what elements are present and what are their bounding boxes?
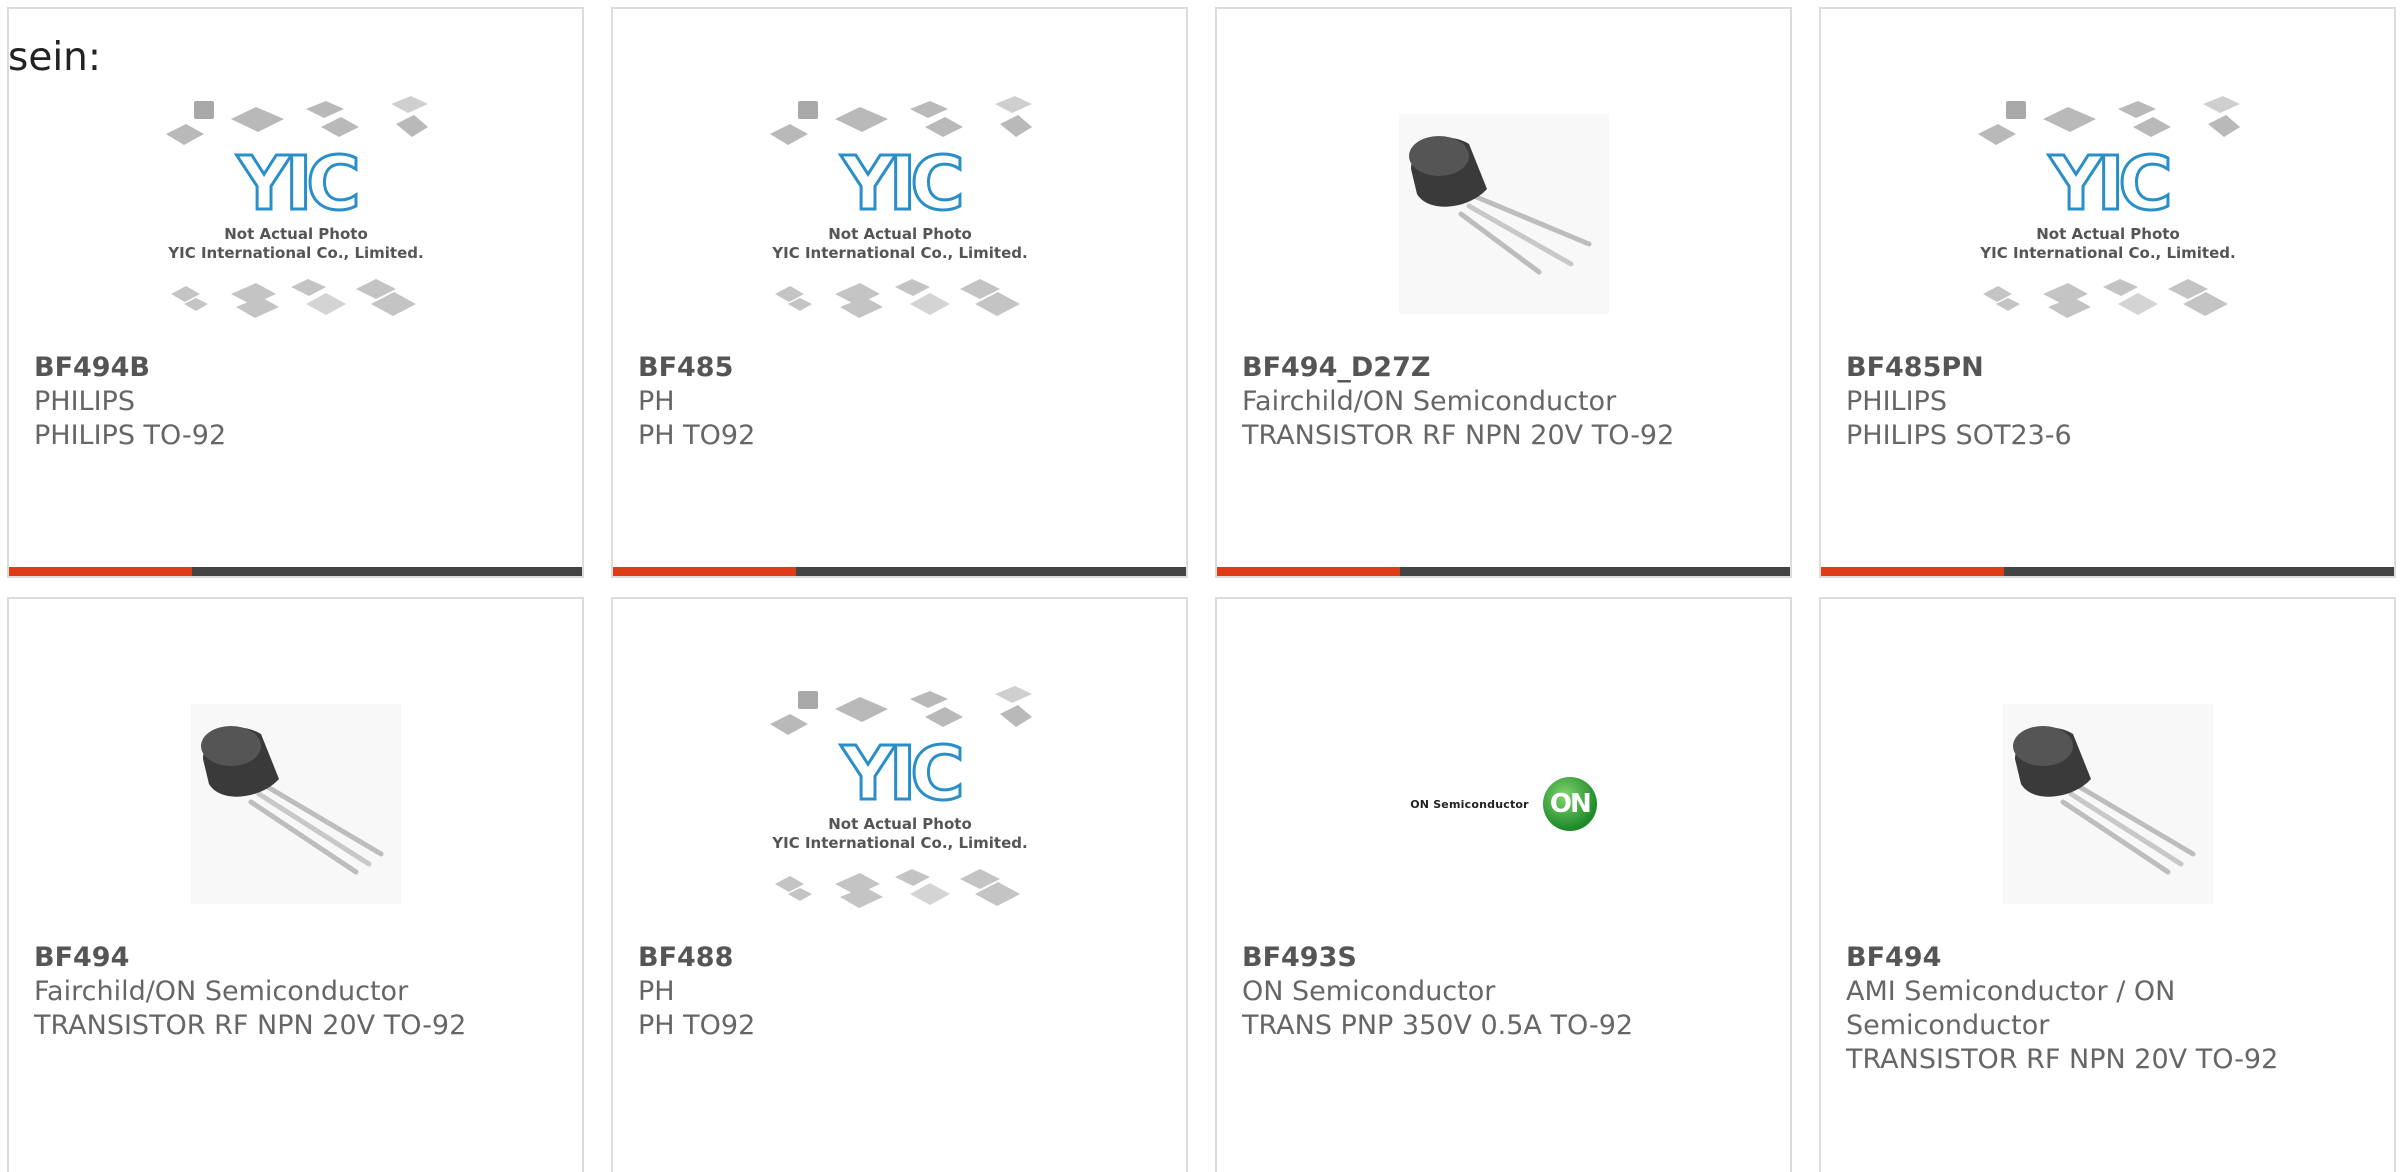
lead-text: sein: <box>8 35 102 80</box>
part-number[interactable]: BF493S <box>1242 941 1765 975</box>
on-semiconductor-logo: ON Semiconductor ON <box>1410 777 1597 831</box>
product-info: BF494 Fairchild/ON Semiconductor TRANSIS… <box>34 941 557 1043</box>
placeholder-caption: Not Actual Photo <box>828 815 972 833</box>
on-logo-icon: ON <box>1542 777 1597 831</box>
placeholder-caption: Not Actual Photo <box>2036 225 2180 243</box>
product-card[interactable]: YIC Not Actual Photo YIC International C… <box>1819 7 2396 578</box>
placeholder-chip-icons: YIC Not Actual Photo YIC International C… <box>165 96 428 318</box>
card-progress-fill <box>1821 567 2005 576</box>
part-number[interactable]: BF494 <box>1846 941 2369 975</box>
description: TRANSISTOR RF NPN 20V TO-92 <box>1846 1044 2279 1075</box>
product-image[interactable]: YIC Not Actual Photo YIC International C… <box>613 669 1186 939</box>
product-image[interactable]: YIC Not Actual Photo YIC International C… <box>9 79 582 349</box>
manufacturer: PHILIPS <box>34 386 135 417</box>
placeholder-chip-icons: YIC Not Actual Photo YIC International C… <box>769 686 1032 908</box>
product-info: BF494B PHILIPS PHILIPS TO-92 <box>34 351 557 453</box>
product-info: BF488 PH PH TO92 <box>638 941 1161 1043</box>
description: PHILIPS TO-92 <box>34 420 227 451</box>
description: PHILIPS SOT23-6 <box>1846 420 2072 451</box>
product-info: BF494_D27Z Fairchild/ON Semiconductor TR… <box>1242 351 1765 453</box>
product-card[interactable]: BF494_D27Z Fairchild/ON Semiconductor TR… <box>1215 7 1792 578</box>
description: PH TO92 <box>638 420 756 451</box>
description: PH TO92 <box>638 1010 756 1041</box>
brand-name: ON Semiconductor <box>1410 797 1529 811</box>
manufacturer: PH <box>638 976 675 1007</box>
card-progress-bar <box>613 567 1186 576</box>
product-image[interactable]: YIC Not Actual Photo YIC International C… <box>613 79 1186 349</box>
product-card[interactable]: BF494 AMI Semiconductor / ON Semiconduct… <box>1819 597 2396 1172</box>
placeholder-caption: Not Actual Photo <box>828 225 972 243</box>
product-image[interactable] <box>1217 79 1790 349</box>
description: TRANSISTOR RF NPN 20V TO-92 <box>1242 420 1675 451</box>
card-progress-bar <box>9 567 582 576</box>
card-progress-fill <box>9 567 193 576</box>
product-info: BF493S ON Semiconductor TRANS PNP 350V 0… <box>1242 941 1765 1043</box>
description: TRANSISTOR RF NPN 20V TO-92 <box>34 1010 467 1041</box>
part-number[interactable]: BF485PN <box>1846 351 2369 385</box>
product-card[interactable]: ON Semiconductor ON BF493S ON Semiconduc… <box>1215 597 1792 1172</box>
placeholder-company: YIC International Co., Limited. <box>1979 244 2235 262</box>
placeholder-company: YIC International Co., Limited. <box>771 244 1027 262</box>
card-progress-fill <box>1217 567 1401 576</box>
manufacturer: ON Semiconductor <box>1242 976 1496 1007</box>
placeholder-chip-icons: YIC Not Actual Photo YIC International C… <box>1977 96 2240 318</box>
product-info: BF485PN PHILIPS PHILIPS SOT23-6 <box>1846 351 2369 453</box>
manufacturer: Fairchild/ON Semiconductor <box>1242 386 1617 417</box>
manufacturer: AMI Semiconductor / ON Semiconductor <box>1846 976 2176 1041</box>
card-progress-bar <box>1821 567 2394 576</box>
yic-logo: YIC <box>840 141 960 227</box>
description: TRANS PNP 350V 0.5A TO-92 <box>1242 1010 1634 1041</box>
product-card[interactable]: YIC Not Actual Photo YIC International C… <box>7 7 584 578</box>
transistor-to92 <box>1398 114 1609 314</box>
part-number[interactable]: BF494 <box>34 941 557 975</box>
transistor-to92 <box>190 704 401 904</box>
manufacturer: PH <box>638 386 675 417</box>
product-card[interactable]: YIC Not Actual Photo YIC International C… <box>611 7 1188 578</box>
part-number[interactable]: BF494_D27Z <box>1242 351 1765 385</box>
card-progress-fill <box>613 567 797 576</box>
part-number[interactable]: BF488 <box>638 941 1161 975</box>
product-info: BF494 AMI Semiconductor / ON Semiconduct… <box>1846 941 2369 1077</box>
manufacturer: Fairchild/ON Semiconductor <box>34 976 409 1007</box>
product-image[interactable] <box>9 669 582 939</box>
part-number[interactable]: BF485 <box>638 351 1161 385</box>
placeholder-company: YIC International Co., Limited. <box>771 834 1027 852</box>
yic-logo: YIC <box>2048 141 2168 227</box>
product-image[interactable]: YIC Not Actual Photo YIC International C… <box>1821 79 2394 349</box>
placeholder-caption: Not Actual Photo <box>224 225 368 243</box>
product-info: BF485 PH PH TO92 <box>638 351 1161 453</box>
product-image[interactable]: ON Semiconductor ON <box>1217 669 1790 939</box>
part-number[interactable]: BF494B <box>34 351 557 385</box>
transistor-to92 <box>2002 704 2213 904</box>
placeholder-chip-icons: YIC Not Actual Photo YIC International C… <box>769 96 1032 318</box>
card-progress-bar <box>1217 567 1790 576</box>
yic-logo: YIC <box>840 731 960 817</box>
yic-logo: YIC <box>236 141 356 227</box>
product-card[interactable]: BF494 Fairchild/ON Semiconductor TRANSIS… <box>7 597 584 1172</box>
product-image[interactable] <box>1821 669 2394 939</box>
placeholder-company: YIC International Co., Limited. <box>167 244 423 262</box>
product-card[interactable]: YIC Not Actual Photo YIC International C… <box>611 597 1188 1172</box>
manufacturer: PHILIPS <box>1846 386 1947 417</box>
